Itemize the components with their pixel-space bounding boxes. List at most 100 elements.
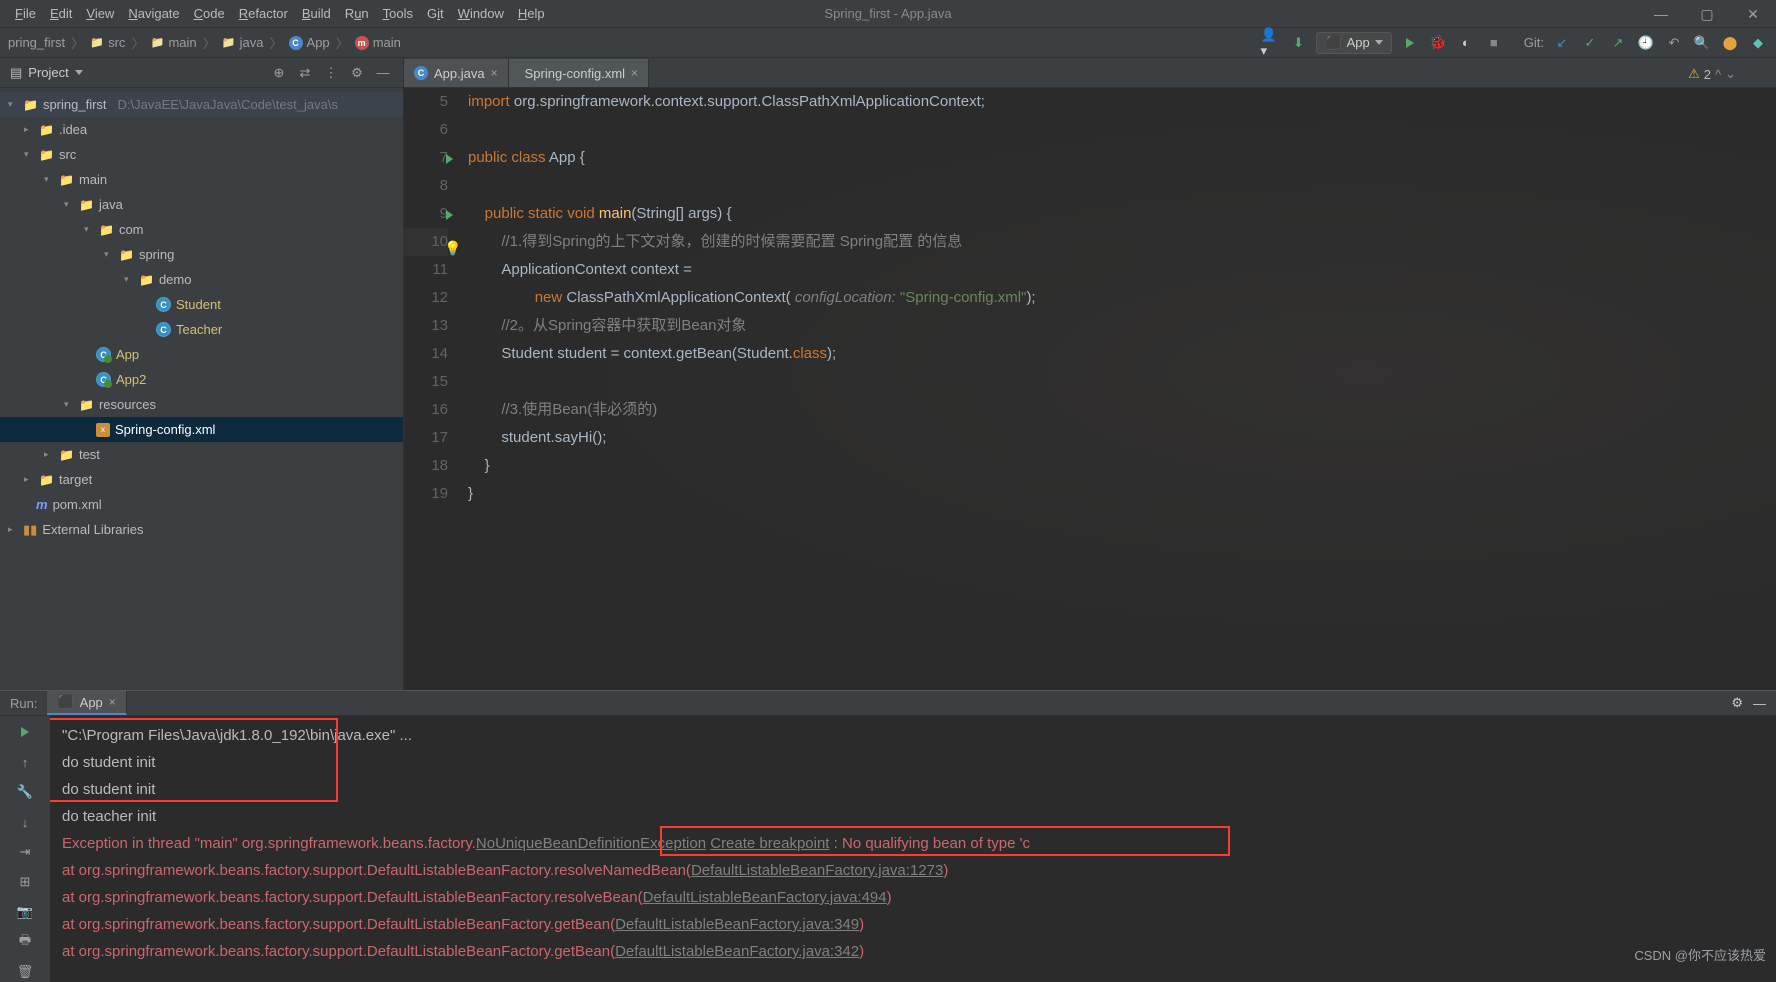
console-output[interactable]: "C:\Program Files\Java\jdk1.8.0_192\bin\… [50,716,1776,982]
exception-link[interactable]: NoUniqueBeanDefinitionException [476,835,706,852]
git-history-icon[interactable]: 🕘 [1636,33,1656,53]
run-button[interactable] [1400,33,1420,53]
inspection-badge[interactable]: ⚠2^⌄ [1688,66,1736,82]
project-panel-icon: ▤ [10,65,22,81]
crumb-main[interactable]: main [168,35,196,50]
close-icon[interactable]: × [631,66,638,80]
library-icon: ▮▮ [23,522,37,538]
window-maximize[interactable]: ▢ [1684,0,1730,28]
ide-update-icon[interactable]: ⬤ [1720,33,1740,53]
stacktrace-link[interactable]: DefaultListableBeanFactory.java:349 [615,916,859,933]
folder-icon [23,97,38,112]
collapse-icon[interactable]: ⋮ [321,63,341,83]
crumb-method[interactable]: main [373,35,401,50]
menu-tools[interactable]: Tools [376,6,420,21]
project-tree[interactable]: ▾spring_firstD:\JavaEE\JavaJava\Code\tes… [0,88,403,690]
add-user-icon[interactable]: 👤▾ [1260,33,1280,53]
trash-icon[interactable]: 🗑 [15,962,35,982]
git-label: Git: [1524,35,1544,50]
xml-icon [96,423,110,437]
menu-view[interactable]: View [79,6,121,21]
expand-icon[interactable]: ⇄ [295,63,315,83]
wrench-icon[interactable]: 🔧 [15,782,35,802]
tab-spring-config[interactable]: Spring-config.xml× [509,59,649,87]
run-gutter-icon[interactable] [446,210,453,220]
run-config-name: App [1347,35,1370,50]
breadcrumbs[interactable]: pring_first〉 src〉 main〉 java〉 App〉 main [8,33,401,52]
package-icon [139,272,154,287]
code-editor[interactable]: 5 6 7 8 9 10💡 11 12 13 14 15 16 17 18 19… [404,88,1776,690]
scroll-icon[interactable]: ⇥ [15,842,35,862]
window-close[interactable]: ✕ [1730,0,1776,28]
menu-build[interactable]: Build [295,6,338,21]
stacktrace-link[interactable]: DefaultListableBeanFactory.java:342 [615,943,859,960]
folder-icon [39,122,54,137]
menu-navigate[interactable]: Navigate [121,6,186,21]
run-config-selector[interactable]: ⬛App [1316,32,1391,54]
run-tool-window: Run: ⬛App× ⚙ — ↑ 🔧 ↓ ⇥ ⊞ 📷 🖶 🗑 "C:\Progr… [0,690,1776,970]
down-icon[interactable]: ↓ [15,812,35,832]
method-icon [355,36,369,50]
locate-icon[interactable]: ⊕ [269,63,289,83]
layout-icon[interactable]: ⊞ [15,872,35,892]
print-icon[interactable]: 🖶 [15,932,35,952]
project-tool-window: ▤ Project ⊕ ⇄ ⋮ ⚙ — ▾spring_firstD:\Java… [0,58,404,690]
class-icon [289,36,303,50]
menu-bar: File Edit View Navigate Code Refactor Bu… [0,0,1776,28]
folder-icon [222,36,236,50]
maven-icon: m [36,497,48,512]
menu-git[interactable]: Git [420,6,451,21]
hide-icon[interactable]: — [373,63,393,83]
class-runnable-icon: C [96,372,111,387]
window-title: Spring_first - App.java [824,6,951,21]
stacktrace-link[interactable]: DefaultListableBeanFactory.java:494 [643,889,887,906]
crumb-project[interactable]: pring_first [8,35,65,50]
crumb-app[interactable]: App [307,35,330,50]
menu-edit[interactable]: Edit [43,6,79,21]
create-breakpoint-link[interactable]: Create breakpoint [710,835,829,852]
run-hide-icon[interactable]: — [1753,696,1766,711]
window-minimize[interactable]: — [1638,0,1684,28]
menu-code[interactable]: Code [187,6,232,21]
tree-item-spring-config[interactable]: Spring-config.xml [0,417,403,442]
run-tab-app[interactable]: ⬛App× [47,691,126,715]
class-icon: C [156,297,171,312]
menu-window[interactable]: Window [451,6,511,21]
git-commit-icon[interactable]: ✓ [1580,33,1600,53]
git-pull-icon[interactable]: ↙ [1552,33,1572,53]
tab-app-java[interactable]: App.java× [404,59,509,87]
git-push-icon[interactable]: ↗ [1608,33,1628,53]
plugin-icon[interactable]: ◆ [1748,33,1768,53]
close-icon[interactable]: × [491,66,498,80]
menu-refactor[interactable]: Refactor [232,6,295,21]
project-view-dropdown[interactable] [75,70,83,75]
rerun-icon[interactable] [15,722,35,742]
coverage-button[interactable]: ◐ [1456,33,1476,53]
run-settings-icon[interactable]: ⚙ [1731,695,1743,711]
menu-run[interactable]: Run [338,6,376,21]
folder-icon [90,36,104,50]
search-icon[interactable]: 🔍 [1692,33,1712,53]
debug-button[interactable]: 🐞 [1428,33,1448,53]
class-icon [414,66,428,80]
crumb-java[interactable]: java [240,35,264,50]
folder-icon [59,447,74,462]
crumb-src[interactable]: src [108,35,125,50]
menu-file[interactable]: File [8,6,43,21]
close-icon[interactable]: × [109,695,116,709]
folder-icon [79,197,94,212]
git-revert-icon[interactable]: ↶ [1664,33,1684,53]
folder-icon [39,472,54,487]
build-icon[interactable]: ⬇ [1288,33,1308,53]
camera-icon[interactable]: 📷 [15,902,35,922]
run-gutter-icon[interactable] [446,154,453,164]
resources-icon [79,397,94,412]
package-icon [119,247,134,262]
run-label: Run: [10,696,37,711]
class-icon: C [156,322,171,337]
up-icon[interactable]: ↑ [15,752,35,772]
menu-help[interactable]: Help [511,6,552,21]
settings-icon[interactable]: ⚙ [347,63,367,83]
stacktrace-link[interactable]: DefaultListableBeanFactory.java:1273 [691,862,943,879]
stop-button[interactable]: ■ [1484,33,1504,53]
